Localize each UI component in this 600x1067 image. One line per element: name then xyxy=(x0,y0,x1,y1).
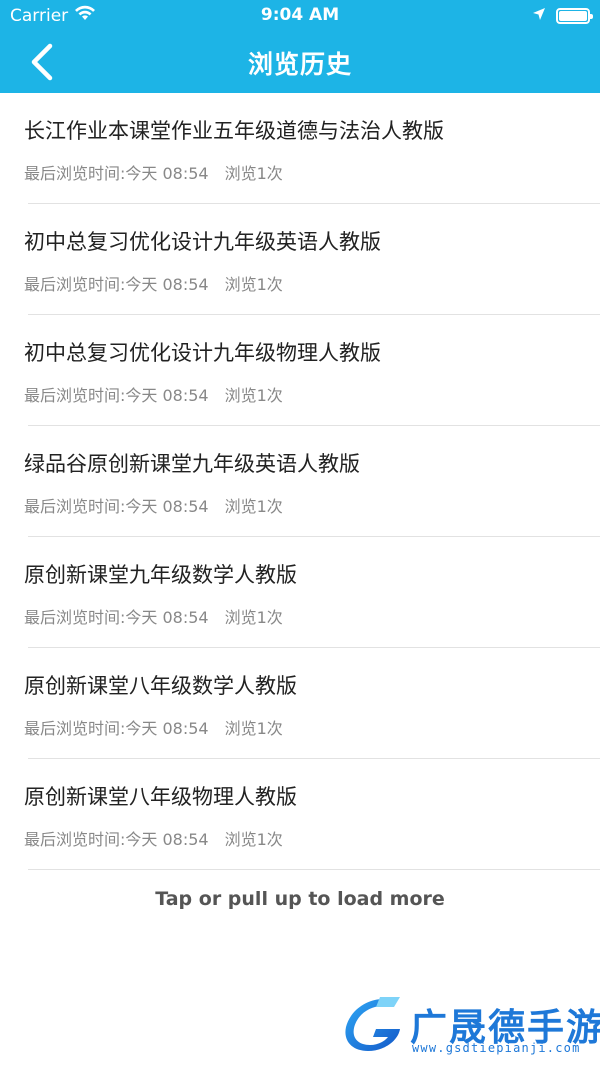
view-count: 浏览1次 xyxy=(224,386,283,405)
history-item-meta: 最后浏览时间:今天 08:54 浏览1次 xyxy=(24,160,283,184)
view-count: 浏览1次 xyxy=(224,164,283,183)
load-more-button[interactable]: Tap or pull up to load more xyxy=(0,888,600,910)
history-item-meta: 最后浏览时间:今天 08:54 浏览1次 xyxy=(24,271,283,295)
status-right xyxy=(532,6,593,26)
history-item[interactable]: 初中总复习优化设计九年级英语人教版 最后浏览时间:今天 08:54 浏览1次 xyxy=(0,204,600,315)
header-bar: Carrier 9:04 AM 浏览历史 xyxy=(0,0,600,93)
history-item[interactable]: 长江作业本课堂作业五年级道德与法治人教版 最后浏览时间:今天 08:54 浏览1次 xyxy=(0,93,600,204)
history-list: 长江作业本课堂作业五年级道德与法治人教版 最后浏览时间:今天 08:54 浏览1次… xyxy=(0,93,600,870)
brand-logo-icon xyxy=(345,997,400,1051)
watermark-url: www.gsdtiepianji.com xyxy=(412,1041,581,1055)
history-item-title: 原创新课堂八年级物理人教版 xyxy=(24,785,297,809)
history-item-title: 原创新课堂九年级数学人教版 xyxy=(24,563,297,587)
status-bar: Carrier 9:04 AM xyxy=(0,0,600,32)
view-count: 浏览1次 xyxy=(224,719,283,738)
history-item-title: 原创新课堂八年级数学人教版 xyxy=(24,674,297,698)
history-item-title: 长江作业本课堂作业五年级道德与法治人教版 xyxy=(24,119,444,143)
history-item-meta: 最后浏览时间:今天 08:54 浏览1次 xyxy=(24,826,283,850)
last-viewed-time: 最后浏览时间:今天 08:54 xyxy=(24,386,209,405)
history-item-meta: 最后浏览时间:今天 08:54 浏览1次 xyxy=(24,715,283,739)
view-count: 浏览1次 xyxy=(224,497,283,516)
last-viewed-time: 最后浏览时间:今天 08:54 xyxy=(24,608,209,627)
history-item[interactable]: 原创新课堂九年级数学人教版 最后浏览时间:今天 08:54 浏览1次 xyxy=(0,537,600,648)
history-item[interactable]: 初中总复习优化设计九年级物理人教版 最后浏览时间:今天 08:54 浏览1次 xyxy=(0,315,600,426)
last-viewed-time: 最后浏览时间:今天 08:54 xyxy=(24,275,209,294)
history-item-title: 初中总复习优化设计九年级英语人教版 xyxy=(24,230,381,254)
navigation-bar: 浏览历史 xyxy=(0,32,600,93)
history-item-meta: 最后浏览时间:今天 08:54 浏览1次 xyxy=(24,604,283,628)
history-item-title: 绿品谷原创新课堂九年级英语人教版 xyxy=(24,452,360,476)
last-viewed-time: 最后浏览时间:今天 08:54 xyxy=(24,719,209,738)
status-time: 9:04 AM xyxy=(260,5,340,25)
last-viewed-time: 最后浏览时间:今天 08:54 xyxy=(24,497,209,516)
page-title: 浏览历史 xyxy=(247,50,352,79)
view-count: 浏览1次 xyxy=(224,830,283,849)
battery-icon xyxy=(556,8,593,24)
location-arrow-icon xyxy=(532,6,546,26)
history-item[interactable]: 绿品谷原创新课堂九年级英语人教版 最后浏览时间:今天 08:54 浏览1次 xyxy=(0,426,600,537)
view-count: 浏览1次 xyxy=(224,275,283,294)
history-item[interactable]: 原创新课堂八年级物理人教版 最后浏览时间:今天 08:54 浏览1次 xyxy=(0,759,600,870)
history-item-meta: 最后浏览时间:今天 08:54 浏览1次 xyxy=(24,382,283,406)
last-viewed-time: 最后浏览时间:今天 08:54 xyxy=(24,164,209,183)
history-item-meta: 最后浏览时间:今天 08:54 浏览1次 xyxy=(24,493,283,517)
watermark: 广晟德手游 www.gsdtiepianji.com xyxy=(338,993,600,1061)
history-item-title: 初中总复习优化设计九年级物理人教版 xyxy=(24,341,381,365)
history-item[interactable]: 原创新课堂八年级数学人教版 最后浏览时间:今天 08:54 浏览1次 xyxy=(0,648,600,759)
view-count: 浏览1次 xyxy=(224,608,283,627)
last-viewed-time: 最后浏览时间:今天 08:54 xyxy=(24,830,209,849)
